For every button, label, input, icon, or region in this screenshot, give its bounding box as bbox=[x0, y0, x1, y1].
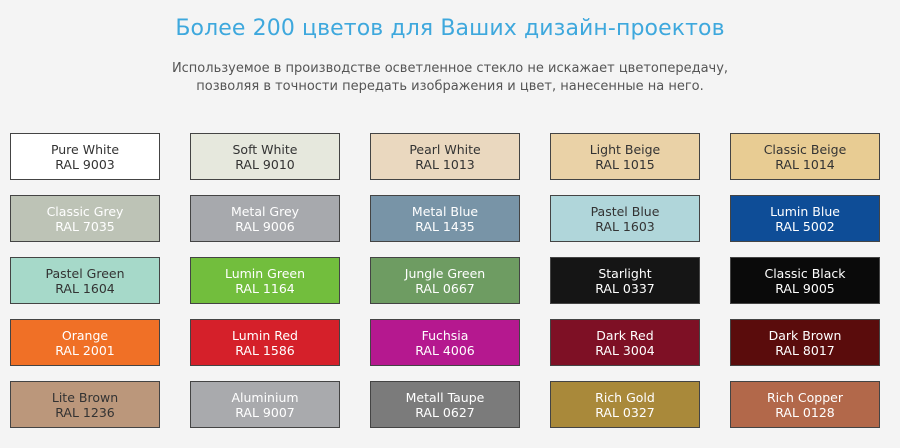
color-swatch: Lumin Blue RAL 5002 bbox=[730, 195, 880, 242]
subtitle-line-2: позволяя в точности передать изображения… bbox=[196, 79, 704, 94]
swatch-color-name: Rich Copper bbox=[766, 389, 843, 405]
swatch-color-name: Metal Blue bbox=[411, 203, 479, 219]
swatch-color-name: Rich Gold bbox=[595, 389, 655, 405]
swatch-color-name: Jungle Green bbox=[404, 265, 486, 281]
swatch-ral-code: RAL 0327 bbox=[595, 404, 655, 420]
swatch-ral-code: RAL 9007 bbox=[235, 404, 295, 420]
swatch-color-name: Orange bbox=[61, 327, 109, 343]
swatch-color-name: Aluminium bbox=[231, 389, 299, 405]
color-swatch: Lumin Green RAL 1164 bbox=[190, 257, 340, 304]
swatch-color-name: Starlight bbox=[598, 265, 652, 281]
color-swatch: Metal Grey RAL 9006 bbox=[190, 195, 340, 242]
swatch-color-name: Pastel Blue bbox=[590, 203, 660, 219]
swatch-ral-code: RAL 1604 bbox=[55, 280, 115, 296]
color-swatch-grid: Pure White RAL 9003 Soft White RAL 9010 Pear… bbox=[10, 133, 881, 428]
swatch-color-name: Lumin Blue bbox=[770, 203, 840, 219]
swatch-color-name: Dark Brown bbox=[768, 327, 842, 343]
color-swatch: Lite Brown RAL 1236 bbox=[10, 381, 160, 428]
swatch-color-name: Soft White bbox=[232, 141, 298, 157]
swatch-ral-code: RAL 3004 bbox=[595, 342, 655, 358]
color-swatch: Jungle Green RAL 0667 bbox=[370, 257, 520, 304]
swatch-color-name: Metall Taupe bbox=[405, 389, 485, 405]
swatch-color-name: Lumin Green bbox=[224, 265, 306, 281]
color-swatch: Lumin Red RAL 1586 bbox=[190, 319, 340, 366]
swatch-ral-code: RAL 2001 bbox=[55, 342, 115, 358]
swatch-color-name: Fuchsia bbox=[421, 327, 469, 343]
swatch-ral-code: RAL 9006 bbox=[235, 218, 295, 234]
swatch-ral-code: RAL 8017 bbox=[775, 342, 835, 358]
color-swatch: Pure White RAL 9003 bbox=[10, 133, 160, 180]
swatch-ral-code: RAL 9003 bbox=[55, 156, 115, 172]
subtitle-line-1: Используемое в производстве осветленное … bbox=[171, 61, 729, 76]
color-swatch: Soft White RAL 9010 bbox=[190, 133, 340, 180]
color-swatch: Light Beige RAL 1015 bbox=[550, 133, 700, 180]
color-swatch: Classic Black RAL 9005 bbox=[730, 257, 880, 304]
swatch-ral-code: RAL 1013 bbox=[415, 156, 475, 172]
color-swatch: Rich Copper RAL 0128 bbox=[730, 381, 880, 428]
swatch-ral-code: RAL 0627 bbox=[415, 404, 475, 420]
swatch-ral-code: RAL 1015 bbox=[595, 156, 655, 172]
swatch-color-name: Pastel Green bbox=[45, 265, 125, 281]
color-swatch: Pastel Blue RAL 1603 bbox=[550, 195, 700, 242]
swatch-color-name: Classic Beige bbox=[763, 141, 847, 157]
swatch-ral-code: RAL 1586 bbox=[235, 342, 295, 358]
swatch-color-name: Pearl White bbox=[409, 141, 481, 157]
color-swatch: Orange RAL 2001 bbox=[10, 319, 160, 366]
color-swatch: Starlight RAL 0337 bbox=[550, 257, 700, 304]
swatch-ral-code: RAL 1164 bbox=[235, 280, 295, 296]
swatch-ral-code: RAL 9010 bbox=[235, 156, 295, 172]
color-swatch: Fuchsia RAL 4006 bbox=[370, 319, 520, 366]
swatch-ral-code: RAL 1603 bbox=[595, 218, 655, 234]
swatch-ral-code: RAL 0337 bbox=[595, 280, 655, 296]
swatch-color-name: Lite Brown bbox=[51, 389, 119, 405]
swatch-color-name: Light Beige bbox=[589, 141, 661, 157]
page-title: Более 200 цветов для Ваших дизайн-проект… bbox=[175, 16, 725, 41]
swatch-color-name: Metal Grey bbox=[230, 203, 300, 219]
swatch-ral-code: RAL 1236 bbox=[55, 404, 115, 420]
color-swatch: Pastel Green RAL 1604 bbox=[10, 257, 160, 304]
swatch-ral-code: RAL 5002 bbox=[775, 218, 835, 234]
swatch-ral-code: RAL 7035 bbox=[55, 218, 115, 234]
swatch-color-name: Classic Grey bbox=[46, 203, 124, 219]
color-swatch: Classic Grey RAL 7035 bbox=[10, 195, 160, 242]
color-swatch: Classic Beige RAL 1014 bbox=[730, 133, 880, 180]
color-swatch: Metal Blue RAL 1435 bbox=[370, 195, 520, 242]
color-swatch: Aluminium RAL 9007 bbox=[190, 381, 340, 428]
swatch-ral-code: RAL 0667 bbox=[415, 280, 475, 296]
swatch-ral-code: RAL 4006 bbox=[415, 342, 475, 358]
swatch-color-name: Pure White bbox=[50, 141, 120, 157]
color-swatch: Dark Red RAL 3004 bbox=[550, 319, 700, 366]
swatch-ral-code: RAL 1435 bbox=[415, 218, 475, 234]
swatch-ral-code: RAL 1014 bbox=[775, 156, 835, 172]
color-swatch: Dark Brown RAL 8017 bbox=[730, 319, 880, 366]
color-swatch: Pearl White RAL 1013 bbox=[370, 133, 520, 180]
color-swatch: Metall Taupe RAL 0627 bbox=[370, 381, 520, 428]
swatch-color-name: Dark Red bbox=[596, 327, 654, 343]
swatch-color-name: Lumin Red bbox=[232, 327, 298, 343]
swatch-ral-code: RAL 9005 bbox=[775, 280, 835, 296]
swatch-color-name: Classic Black bbox=[764, 265, 846, 281]
page-subtitle: Используемое в производстве осветленное … bbox=[0, 60, 900, 96]
color-swatch: Rich Gold RAL 0327 bbox=[550, 381, 700, 428]
swatch-ral-code: RAL 0128 bbox=[775, 404, 835, 420]
